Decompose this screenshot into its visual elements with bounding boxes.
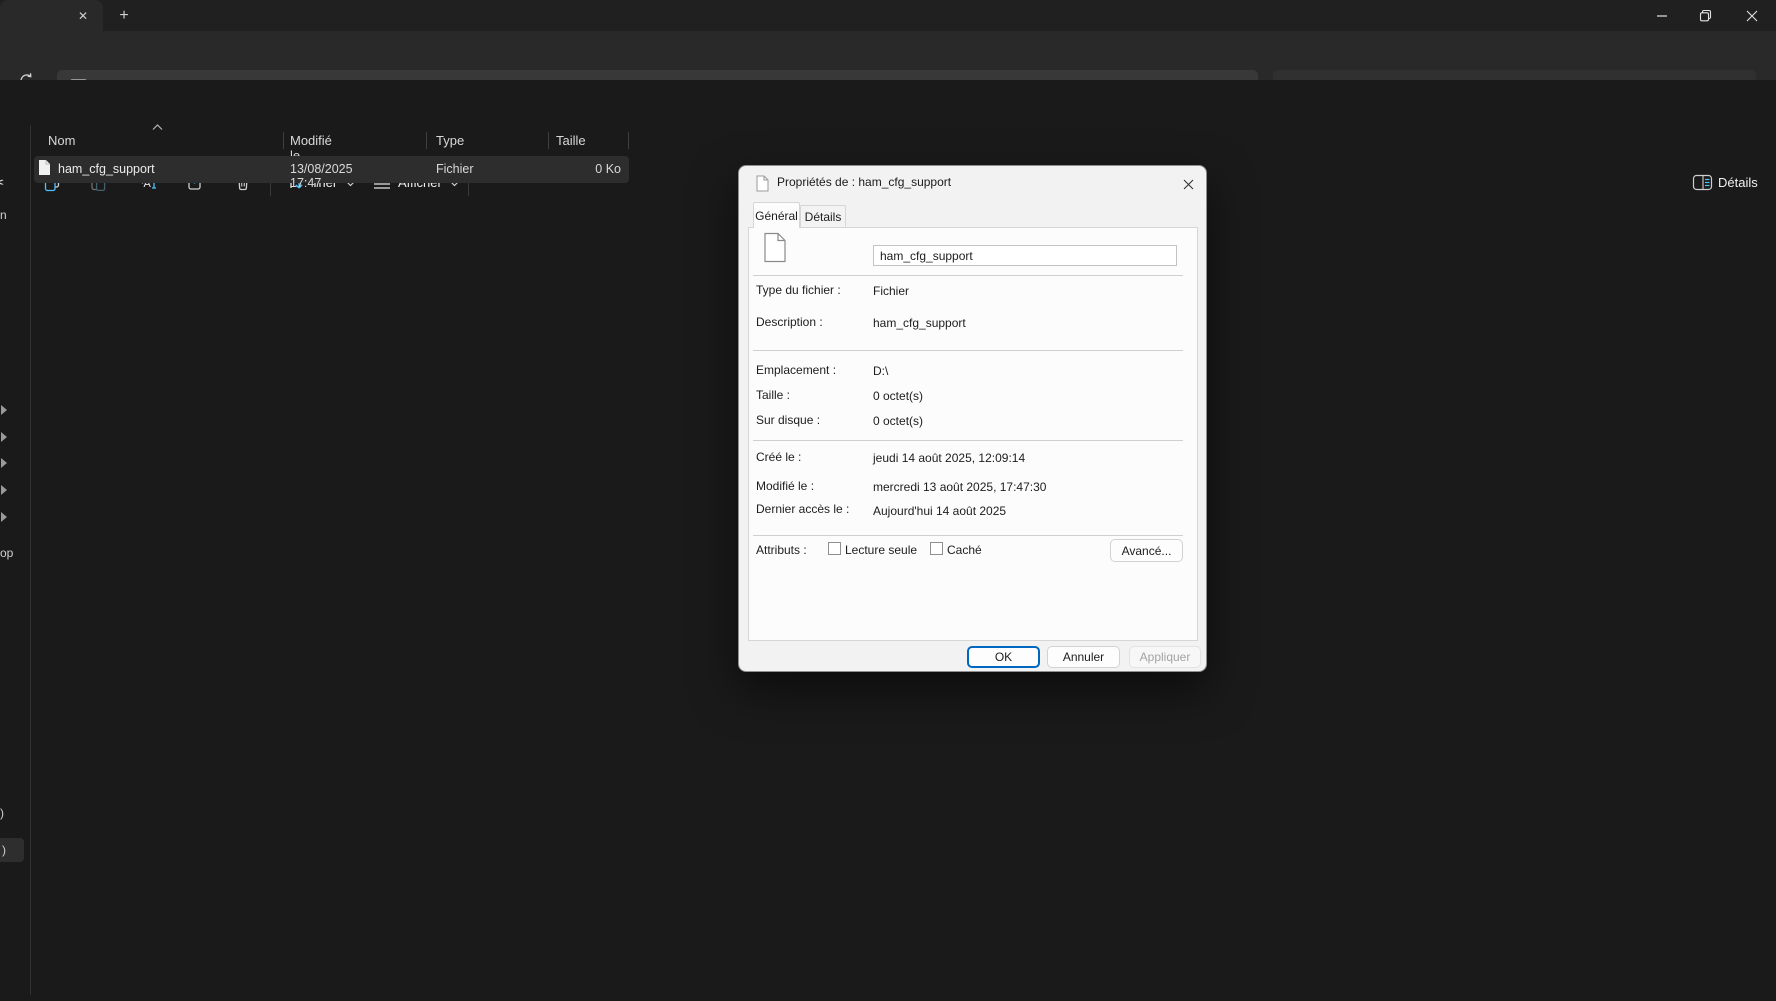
field-label: Sur disque : bbox=[756, 413, 821, 427]
minimize-icon bbox=[1657, 14, 1667, 17]
details-pane-icon bbox=[1692, 174, 1713, 191]
dialog-close-button[interactable] bbox=[1177, 174, 1199, 194]
file-name-input[interactable] bbox=[873, 245, 1177, 266]
tab-details-label: Détails bbox=[804, 210, 842, 224]
field-label: Modifié le : bbox=[756, 479, 815, 493]
tab-bar: ✕ + bbox=[0, 0, 1776, 31]
tree-expand-chevron-icon[interactable] bbox=[0, 457, 8, 469]
tab-general[interactable]: Général bbox=[753, 202, 800, 228]
hidden-label: Caché bbox=[947, 543, 982, 557]
field-label: Taille : bbox=[756, 388, 791, 402]
field-value: jeudi 14 août 2025, 12:09:14 bbox=[873, 451, 1026, 465]
field-label: Créé le : bbox=[756, 450, 802, 464]
close-icon bbox=[1183, 179, 1193, 189]
column-divider[interactable] bbox=[283, 132, 284, 149]
field-value: D:\ bbox=[873, 364, 889, 378]
file-modified: 13/08/2025 17:47 bbox=[290, 162, 353, 190]
nav-item-fragment[interactable]: op bbox=[0, 546, 13, 560]
restore-icon bbox=[1699, 9, 1711, 22]
read-only-checkbox[interactable] bbox=[828, 542, 841, 555]
tab-close-icon[interactable]: ✕ bbox=[74, 7, 92, 25]
hidden-checkbox[interactable] bbox=[930, 542, 943, 555]
field-value: 0 octet(s) bbox=[873, 389, 924, 403]
new-tab-button[interactable]: + bbox=[113, 5, 135, 27]
separator bbox=[753, 350, 1183, 351]
advanced-button[interactable]: Avancé... bbox=[1110, 539, 1183, 562]
cancel-button[interactable]: Annuler bbox=[1047, 646, 1120, 668]
field-value: Fichier bbox=[873, 284, 910, 298]
read-only-label: Lecture seule bbox=[845, 543, 918, 557]
maximize-button[interactable] bbox=[1684, 0, 1726, 31]
nav-pane-splitter[interactable] bbox=[30, 125, 31, 995]
separator bbox=[753, 440, 1183, 441]
tab-details[interactable]: Détails bbox=[800, 205, 846, 228]
command-bar: ✂ A bbox=[0, 80, 1776, 196]
tree-expand-chevron-icon[interactable] bbox=[0, 484, 8, 496]
column-header-name[interactable]: Nom bbox=[48, 133, 75, 148]
tree-expand-chevron-icon[interactable] bbox=[0, 431, 8, 443]
field-value: ham_cfg_support bbox=[873, 316, 966, 330]
minimize-button[interactable] bbox=[1641, 0, 1683, 31]
separator bbox=[753, 275, 1183, 276]
nav-item-selected-fragment[interactable]: ) bbox=[0, 838, 24, 862]
details-pane-button[interactable]: Détails bbox=[1692, 172, 1772, 196]
column-header-size[interactable]: Taille bbox=[556, 133, 586, 148]
sort-ascending-caret-icon bbox=[152, 124, 163, 130]
details-pane-label: Détails bbox=[1718, 175, 1758, 190]
field-value: Aujourd'hui 14 août 2025 bbox=[873, 504, 1007, 518]
explorer-tab[interactable]: ✕ bbox=[0, 0, 103, 31]
column-divider[interactable] bbox=[426, 132, 427, 149]
column-header-type[interactable]: Type bbox=[436, 133, 464, 148]
nav-item-fragment[interactable]: n bbox=[0, 208, 7, 222]
tree-expand-chevron-icon[interactable] bbox=[0, 404, 8, 416]
dialog-file-icon bbox=[756, 175, 769, 192]
field-value: mercredi 13 août 2025, 17:47:30 bbox=[873, 480, 1047, 494]
close-button[interactable] bbox=[1727, 0, 1776, 31]
cut-icon: ✂ bbox=[0, 175, 4, 192]
file-type-icon bbox=[764, 232, 786, 263]
address-bar: › Ce PC › Lecteur USB (D:) Rechercher da… bbox=[0, 31, 1776, 103]
apply-button[interactable]: Appliquer bbox=[1129, 646, 1201, 668]
dialog-title: Propriétés de : ham_cfg_support bbox=[777, 175, 952, 189]
field-label: Dernier accès le : bbox=[756, 502, 850, 516]
field-label: Emplacement : bbox=[756, 363, 837, 377]
attributes-label: Attributs : bbox=[756, 543, 807, 557]
file-size: 0 Ko bbox=[595, 162, 621, 176]
field-value: 0 octet(s) bbox=[873, 414, 924, 428]
field-label: Description : bbox=[756, 315, 823, 329]
general-tab-page: Type du fichier : Fichier Description : … bbox=[748, 227, 1198, 641]
cut-button[interactable]: ✂ bbox=[0, 173, 4, 193]
field-label: Type du fichier : bbox=[756, 283, 841, 297]
file-icon bbox=[39, 160, 50, 175]
tab-general-label: Général bbox=[755, 208, 798, 223]
properties-dialog: Propriétés de : ham_cfg_support Général … bbox=[738, 165, 1207, 672]
file-name: ham_cfg_support bbox=[58, 162, 155, 176]
file-type: Fichier bbox=[436, 162, 474, 176]
column-divider[interactable] bbox=[628, 132, 629, 149]
column-divider[interactable] bbox=[548, 132, 549, 149]
ok-button[interactable]: OK bbox=[967, 646, 1040, 668]
tree-expand-chevron-icon[interactable] bbox=[0, 511, 8, 523]
nav-item-fragment[interactable]: ) bbox=[0, 806, 4, 820]
separator bbox=[753, 535, 1183, 536]
close-icon bbox=[1746, 10, 1757, 21]
